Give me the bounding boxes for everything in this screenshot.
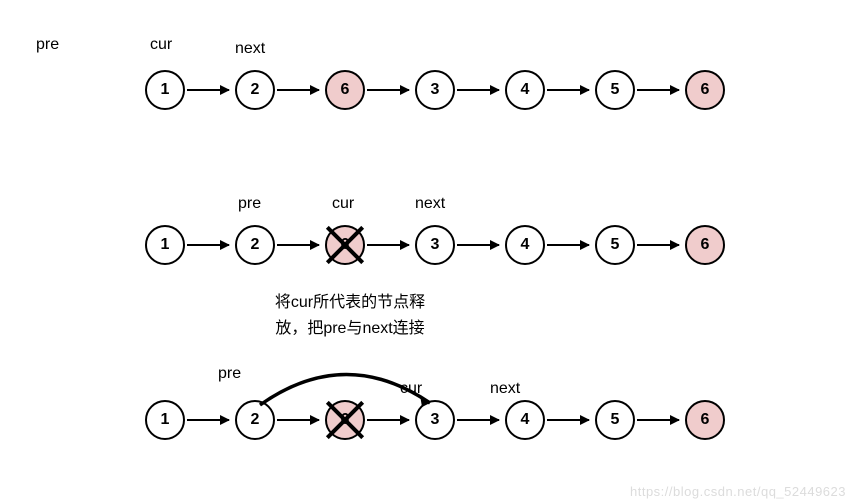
list-node: 5	[595, 70, 635, 110]
list-node: 4	[505, 225, 545, 265]
arrow-icon	[187, 89, 229, 91]
arrow-icon	[547, 419, 589, 421]
list-node: 3	[415, 225, 455, 265]
list-node: 5	[595, 225, 635, 265]
pointer-label-next-r1: next	[235, 40, 265, 58]
pointer-label-cur-r3: cur	[400, 380, 422, 398]
list-node: 1	[145, 400, 185, 440]
list-node: 6	[325, 70, 365, 110]
list-node: 2	[235, 70, 275, 110]
list-node: 2	[235, 225, 275, 265]
arrow-icon	[637, 244, 679, 246]
list-node: 6	[685, 225, 725, 265]
pointer-label-pre-r2: pre	[238, 195, 261, 213]
list-node: 6	[685, 400, 725, 440]
arrow-icon	[187, 244, 229, 246]
pointer-label-pre-r3: pre	[218, 365, 241, 383]
node-value: 2	[251, 236, 260, 254]
list-node: 5	[595, 400, 635, 440]
node-value: 5	[611, 81, 620, 99]
arrow-icon	[277, 244, 319, 246]
node-value: 3	[431, 411, 440, 429]
list-node: 2	[235, 400, 275, 440]
node-value: 6	[341, 236, 350, 254]
arrow-icon	[637, 419, 679, 421]
list-node: 1	[145, 70, 185, 110]
arrow-icon	[457, 244, 499, 246]
arrow-icon	[367, 244, 409, 246]
arrow-icon	[547, 89, 589, 91]
arrow-icon	[367, 419, 409, 421]
arrow-icon	[277, 89, 319, 91]
node-value: 3	[431, 236, 440, 254]
list-node: 6	[685, 70, 725, 110]
node-value: 1	[161, 236, 170, 254]
node-value: 4	[521, 236, 530, 254]
node-value: 1	[161, 81, 170, 99]
node-value: 6	[701, 81, 710, 99]
node-value: 2	[251, 411, 260, 429]
pointer-label-cur-r2: cur	[332, 195, 354, 213]
node-value: 3	[431, 81, 440, 99]
pointer-label-cur-r1: cur	[150, 36, 172, 54]
arrow-icon	[637, 89, 679, 91]
arrow-icon	[457, 89, 499, 91]
list-node: 6	[325, 400, 365, 440]
step-caption: 将cur所代表的节点释 放，把pre与next连接	[255, 290, 445, 341]
node-value: 6	[701, 236, 710, 254]
list-node: 4	[505, 70, 545, 110]
list-node: 4	[505, 400, 545, 440]
pointer-label-pre-outer: pre	[36, 36, 59, 54]
node-value: 6	[341, 81, 350, 99]
caption-line: 将cur所代表的节点释	[255, 290, 445, 316]
caption-line: 放，把pre与next连接	[255, 316, 445, 342]
node-value: 1	[161, 411, 170, 429]
arrow-icon	[277, 419, 319, 421]
node-value: 5	[611, 411, 620, 429]
watermark: https://blog.csdn.net/qq_52449623	[630, 484, 846, 499]
arrow-icon	[457, 419, 499, 421]
node-value: 6	[341, 411, 350, 429]
node-value: 6	[701, 411, 710, 429]
arrow-icon	[367, 89, 409, 91]
list-node: 6	[325, 225, 365, 265]
node-value: 5	[611, 236, 620, 254]
list-node: 3	[415, 400, 455, 440]
arrow-icon	[547, 244, 589, 246]
node-value: 2	[251, 81, 260, 99]
node-value: 4	[521, 411, 530, 429]
list-node: 3	[415, 70, 455, 110]
arrow-icon	[187, 419, 229, 421]
pointer-label-next-r3: next	[490, 380, 520, 398]
node-value: 4	[521, 81, 530, 99]
list-node: 1	[145, 225, 185, 265]
pointer-label-next-r2: next	[415, 195, 445, 213]
